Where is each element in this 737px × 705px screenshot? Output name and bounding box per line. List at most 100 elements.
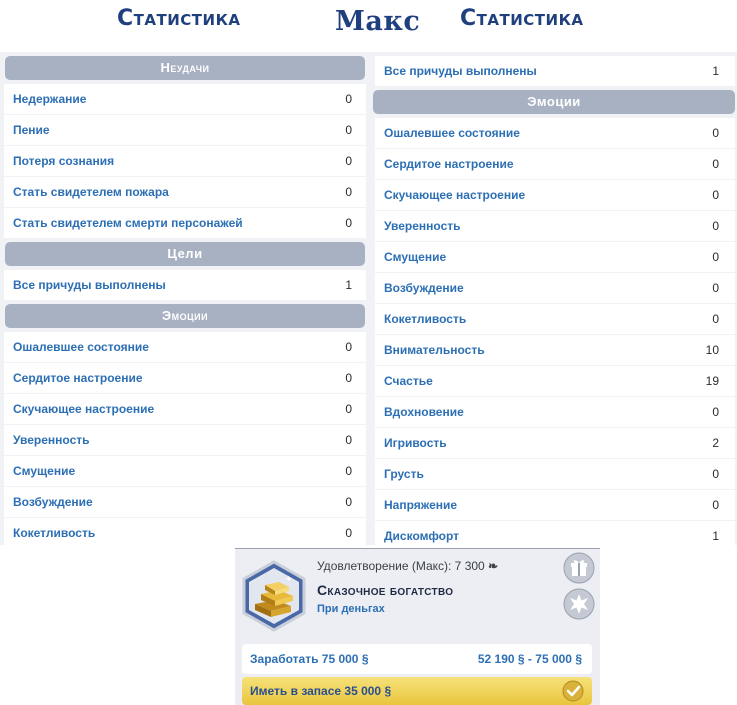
goal-label: Иметь в запасе 35 000 § — [250, 684, 392, 698]
right-header-title: Статистика — [460, 6, 584, 31]
aspiration-card: ✦ Удовлетворение (Макс): 7 300 ❧ Сказочн… — [235, 548, 600, 705]
stat-label: Возбуждение — [384, 281, 464, 295]
aspiration-name: Сказочное богатство — [317, 582, 454, 598]
stat-row: Стать свидетелем смерти персонажей 0 — [4, 208, 366, 238]
section-header-goals: Цели — [5, 242, 365, 266]
stat-label: Счастье — [384, 374, 433, 388]
goal-label: Заработать 75 000 § — [250, 652, 369, 666]
stat-label: Дискомфорт — [384, 529, 460, 543]
stat-label: Сердитое настроение — [13, 371, 143, 385]
stat-value: 0 — [712, 498, 719, 512]
aspiration-category: При деньгах — [317, 603, 385, 615]
stat-value: 0 — [345, 495, 352, 509]
card-divider — [235, 548, 600, 549]
stat-row: Скучающее настроение 0 — [375, 180, 735, 210]
stat-row: Все причуды выполнены 1 — [375, 56, 735, 86]
stat-row: Сердитое настроение 0 — [375, 149, 735, 179]
stat-label: Уверенность — [13, 433, 90, 447]
stat-value: 0 — [712, 405, 719, 419]
stat-label: Грусть — [384, 467, 424, 481]
simoleon-icon: § — [361, 652, 369, 666]
left-stats-panel: Неудачи Недержание 0 Пение 0 Потеря сознан… — [0, 52, 370, 548]
stat-label: Смущение — [13, 464, 76, 478]
stat-value: 0 — [712, 126, 719, 140]
stat-row: Ошалевшее состояние 0 — [375, 118, 735, 148]
stat-row: Недержание 0 — [4, 84, 366, 114]
stat-value: 0 — [712, 250, 719, 264]
stat-label: Кокетливость — [13, 526, 96, 540]
stat-row: Кокетливость 0 — [375, 304, 735, 334]
stat-value: 0 — [712, 188, 719, 202]
stat-row: Уверенность 0 — [375, 211, 735, 241]
stat-row: Грусть 0 — [375, 459, 735, 489]
goal-progress: 52 190 § - 75 000 § — [477, 652, 582, 666]
stat-label: Внимательность — [384, 343, 485, 357]
stat-value: 1 — [712, 529, 719, 543]
stat-value: 2 — [712, 436, 719, 450]
stat-value: 0 — [345, 154, 352, 168]
stat-label: Смущение — [384, 250, 447, 264]
stat-row: Сердитое настроение 0 — [4, 363, 366, 393]
stat-value: 0 — [712, 467, 719, 481]
gift-icon[interactable] — [563, 552, 595, 584]
stat-value: 0 — [345, 92, 352, 106]
star-burst-icon[interactable] — [563, 588, 595, 620]
satisfaction-points: Удовлетворение (Макс): 7 300 ❧ — [317, 559, 498, 573]
stat-value: 10 — [705, 343, 719, 357]
stat-value: 1 — [345, 278, 352, 292]
satisfaction-text: Удовлетворение (Макс): 7 300 — [317, 559, 485, 573]
stat-label: Ошалевшее состояние — [13, 340, 149, 354]
stat-value: 0 — [712, 312, 719, 326]
simoleon-icon: § — [517, 652, 525, 666]
section-header-failures: Неудачи — [5, 56, 365, 80]
stat-row: Вдохновение 0 — [375, 397, 735, 427]
left-header-title: Статистика — [117, 6, 241, 31]
stat-row: Игривость 2 — [375, 428, 735, 458]
stat-label: Недержание — [13, 92, 87, 106]
stat-row: Стать свидетелем пожара 0 — [4, 177, 366, 207]
stat-value: 0 — [345, 185, 352, 199]
goal-earn-money: Заработать 75 000 § 52 190 § - 75 000 § — [242, 644, 592, 674]
stat-value: 0 — [345, 123, 352, 137]
satisfaction-points-icon: ❧ — [488, 559, 499, 573]
stat-value: 19 — [705, 374, 719, 388]
stat-row: Возбуждение 0 — [375, 273, 735, 303]
stat-value: 0 — [345, 464, 352, 478]
stat-label: Все причуды выполнены — [13, 278, 166, 292]
stat-row: Пение 0 — [4, 115, 366, 145]
stat-label: Потеря сознания — [13, 154, 115, 168]
section-header-emotions: Эмоции — [5, 304, 365, 328]
stat-value: 0 — [345, 402, 352, 416]
stat-label: Ошалевшее состояние — [384, 126, 520, 140]
stat-row: Потеря сознания 0 — [4, 146, 366, 176]
stat-row: Скучающее настроение 0 — [4, 394, 366, 424]
stat-row: Дискомфорт 1 — [375, 521, 735, 551]
stat-label: Уверенность — [384, 219, 461, 233]
stat-row: Уверенность 0 — [4, 425, 366, 455]
gold-bars-aspiration-icon: ✦ — [242, 560, 306, 632]
stat-value: 0 — [712, 219, 719, 233]
stat-value: 0 — [345, 371, 352, 385]
section-header-emotions: Эмоции — [373, 90, 735, 114]
stat-row: Смущение 0 — [375, 242, 735, 272]
right-stats-panel: Все причуды выполнены 1 Эмоции Ошалевшее … — [370, 52, 737, 551]
stat-label: Кокетливость — [384, 312, 467, 326]
stat-label: Вдохновение — [384, 405, 464, 419]
simoleon-icon: § — [575, 652, 582, 666]
sim-name-title: Макс — [335, 6, 421, 37]
stat-label: Стать свидетелем смерти персонажей — [13, 216, 243, 230]
stat-value: 0 — [712, 157, 719, 171]
stat-label: Игривость — [384, 436, 447, 450]
stat-value: 1 — [712, 64, 719, 78]
stat-value: 0 — [712, 281, 719, 295]
stat-label: Напряжение — [384, 498, 458, 512]
stat-label: Пение — [13, 123, 50, 137]
stat-value: 0 — [345, 216, 352, 230]
stat-row: Возбуждение 0 — [4, 487, 366, 517]
checkmark-icon — [562, 680, 584, 702]
stat-row: Смущение 0 — [4, 456, 366, 486]
stat-row: Счастье 19 — [375, 366, 735, 396]
stat-row: Ошалевшее состояние 0 — [4, 332, 366, 362]
stat-label: Возбуждение — [13, 495, 93, 509]
stat-row: Кокетливость 0 — [4, 518, 366, 548]
